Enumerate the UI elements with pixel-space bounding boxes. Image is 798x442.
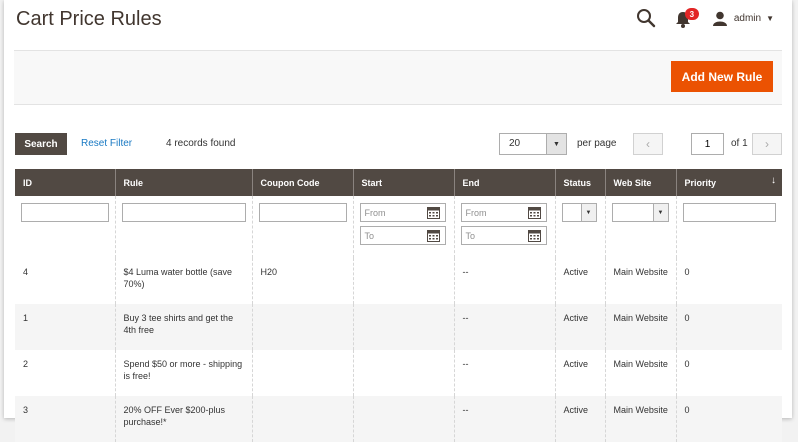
- cell-priority: 0: [675, 258, 782, 304]
- column-header-priority-label: Priority: [684, 177, 717, 188]
- notifications-button[interactable]: 3: [675, 7, 699, 29]
- table-row[interactable]: 1 Buy 3 tee shirts and get the 4th free …: [15, 304, 782, 350]
- header-actions: 3 admin ▼: [635, 6, 774, 30]
- cell-website: Main Website: [604, 304, 676, 350]
- coupon-code-filter-input[interactable]: [258, 203, 347, 222]
- chevron-down-icon: ▼: [652, 204, 668, 221]
- column-header-priority[interactable]: Priority ↓: [675, 169, 782, 196]
- chevron-right-icon: ›: [765, 137, 769, 151]
- search-icon[interactable]: [635, 7, 657, 29]
- cell-id: 3: [15, 396, 115, 442]
- id-filter-input[interactable]: [21, 203, 109, 222]
- start-from-date-input[interactable]: From: [359, 203, 446, 222]
- cell-coupon-code: [251, 304, 353, 350]
- table-row[interactable]: 4 $4 Luma water bottle (save 70%) H20 --…: [15, 258, 782, 304]
- cell-website: Main Website: [604, 396, 676, 442]
- cell-status: Active: [554, 258, 605, 304]
- previous-page-button[interactable]: ‹: [633, 133, 663, 155]
- chevron-left-icon: ‹: [646, 137, 650, 151]
- start-to-date-input[interactable]: To: [359, 226, 446, 245]
- cell-rule: Spend $50 or more - shipping is free!: [114, 350, 252, 396]
- cell-status: Active: [554, 304, 605, 350]
- cell-start: [352, 304, 454, 350]
- per-page-value: 20: [509, 138, 521, 149]
- column-header-end[interactable]: End: [453, 169, 555, 196]
- cart-price-rules-grid: ID Rule Coupon Code Start End Status Web…: [15, 169, 782, 442]
- cell-website: Main Website: [604, 258, 676, 304]
- cell-coupon-code: [251, 350, 353, 396]
- cell-priority: 0: [675, 350, 782, 396]
- page-title: Cart Price Rules: [16, 8, 162, 30]
- cell-end: --: [453, 396, 555, 442]
- search-button[interactable]: Search: [15, 133, 67, 155]
- chevron-down-icon: ▼: [546, 134, 566, 154]
- table-row[interactable]: 2 Spend $50 or more - shipping is free! …: [15, 350, 782, 396]
- page-total: of 1: [731, 138, 748, 149]
- user-icon: [712, 11, 727, 26]
- calendar-icon[interactable]: [527, 229, 541, 242]
- priority-filter-input[interactable]: [682, 203, 776, 222]
- calendar-icon[interactable]: [426, 206, 440, 219]
- notification-badge: 3: [684, 8, 699, 20]
- cell-id: 1: [15, 304, 115, 350]
- start-to-placeholder: To: [364, 231, 375, 241]
- website-filter-select[interactable]: ▼: [611, 203, 669, 222]
- grid-toolbar: Search Reset Filter 4 records found 20 ▼…: [15, 133, 782, 155]
- add-new-rule-button[interactable]: Add New Rule: [671, 61, 773, 92]
- cell-rule: Buy 3 tee shirts and get the 4th free: [114, 304, 252, 350]
- user-name: admin: [733, 12, 762, 24]
- page-actions-bar: Add New Rule: [14, 50, 782, 105]
- cell-start: [352, 350, 454, 396]
- table-row[interactable]: 3 20% OFF Ever $200-plus purchase!* -- A…: [15, 396, 782, 442]
- rule-filter-input[interactable]: [121, 203, 246, 222]
- cell-coupon-code: H20: [251, 258, 353, 304]
- cell-id: 4: [23, 267, 29, 277]
- cell-status: Active: [554, 396, 605, 442]
- column-header-id[interactable]: ID: [15, 169, 115, 196]
- page-card: Cart Price Rules 3 admin ▼ Add New Rule …: [4, 0, 792, 442]
- column-header-coupon-code[interactable]: Coupon Code: [251, 169, 353, 196]
- cell-website: Main Website: [604, 350, 676, 396]
- status-filter-select[interactable]: ▼: [561, 203, 597, 222]
- chevron-down-icon: ▼: [580, 204, 596, 221]
- column-header-rule[interactable]: Rule: [114, 169, 252, 196]
- column-header-status[interactable]: Status: [554, 169, 605, 196]
- user-menu[interactable]: admin ▼: [712, 11, 774, 26]
- calendar-icon[interactable]: [527, 206, 541, 219]
- end-from-date-input[interactable]: From: [460, 203, 547, 222]
- cell-rule: $4 Luma water bottle (save 70%): [114, 258, 252, 304]
- start-from-placeholder: From: [364, 208, 386, 218]
- chevron-down-icon: ▼: [766, 13, 774, 23]
- end-to-placeholder: To: [465, 231, 476, 241]
- cell-coupon-code: [251, 396, 353, 442]
- per-page-select[interactable]: 20 ▼: [499, 133, 567, 155]
- per-page-label: per page: [577, 138, 617, 149]
- cell-priority: 0: [675, 396, 782, 442]
- page-number-input[interactable]: [691, 133, 724, 155]
- reset-filter-link[interactable]: Reset Filter: [81, 138, 132, 149]
- end-to-date-input[interactable]: To: [460, 226, 547, 245]
- calendar-icon[interactable]: [426, 229, 440, 242]
- next-page-button[interactable]: ›: [752, 133, 782, 155]
- cell-rule: 20% OFF Ever $200-plus purchase!*: [114, 396, 252, 442]
- cell-start: [352, 396, 454, 442]
- column-header-start[interactable]: Start: [352, 169, 454, 196]
- cell-end: --: [453, 350, 555, 396]
- cell-priority: 0: [675, 304, 782, 350]
- column-header-web-site[interactable]: Web Site: [604, 169, 676, 196]
- filter-row: From To From To ▼ ▼: [15, 196, 782, 258]
- records-count: 4 records found: [166, 138, 236, 149]
- end-from-placeholder: From: [465, 208, 487, 218]
- cell-end: --: [453, 258, 555, 304]
- cell-start: [352, 258, 454, 304]
- sort-arrow-icon: ↓: [771, 175, 776, 186]
- cell-id: 2: [23, 359, 29, 369]
- cell-end: --: [453, 304, 555, 350]
- cell-status: Active: [554, 350, 605, 396]
